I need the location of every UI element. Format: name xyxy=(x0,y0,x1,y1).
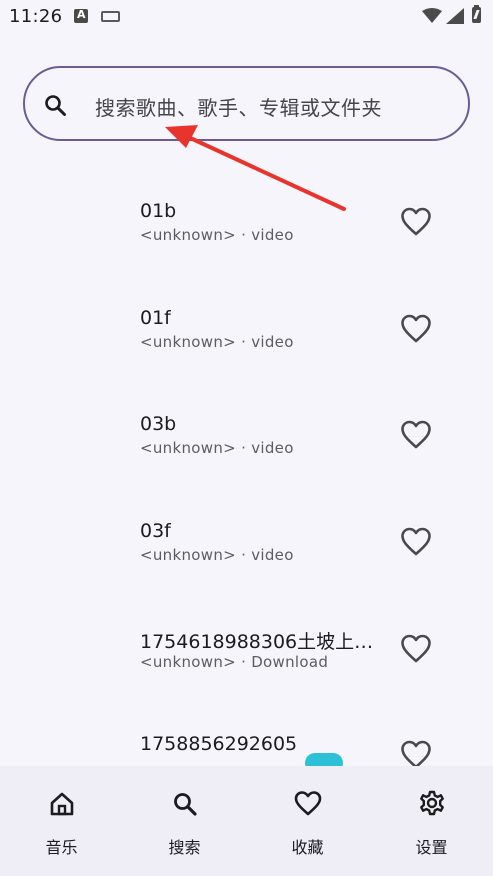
song-list-item[interactable]: 03b <unknown> · video xyxy=(0,373,493,479)
status-time: 11:26 xyxy=(9,6,63,27)
heart-icon xyxy=(401,420,431,449)
song-title: 01f xyxy=(140,307,171,329)
gear-icon xyxy=(420,790,444,816)
search-input[interactable]: 搜索歌曲、歌手、专辑或文件夹 xyxy=(23,66,470,141)
search-icon xyxy=(45,95,66,116)
song-list-item[interactable]: 01b <unknown> · video xyxy=(0,160,493,266)
status-bar: 11:26 A xyxy=(0,0,493,36)
bottom-navigation: 音乐 搜索 收藏 设置 xyxy=(0,766,493,876)
song-list-item[interactable]: 1758856292605 xyxy=(0,693,493,766)
heart-icon xyxy=(401,740,431,766)
song-title: 1758856292605 xyxy=(140,733,298,755)
song-title: 1754618988306土坡上… xyxy=(140,631,374,653)
song-list-item[interactable]: 01f <unknown> · video xyxy=(0,267,493,373)
nav-label-music: 音乐 xyxy=(45,838,78,857)
heart-icon xyxy=(294,791,322,816)
song-subtitle: <unknown> · video xyxy=(140,546,294,564)
song-subtitle: <unknown> · video xyxy=(140,333,294,351)
song-title: 03f xyxy=(140,520,171,542)
favorite-button[interactable] xyxy=(399,632,433,666)
home-icon xyxy=(50,792,74,816)
favorite-button[interactable] xyxy=(399,418,433,452)
heart-icon xyxy=(401,314,431,343)
heart-icon xyxy=(401,207,431,236)
search-placeholder: 搜索歌曲、歌手、专辑或文件夹 xyxy=(95,96,382,120)
heart-icon xyxy=(401,634,431,663)
nav-item-music[interactable]: 音乐 xyxy=(0,766,123,876)
favorite-button[interactable] xyxy=(399,525,433,559)
song-title: 01b xyxy=(140,200,177,222)
nav-item-settings[interactable]: 设置 xyxy=(370,766,493,876)
search-icon xyxy=(174,793,197,816)
song-list-item[interactable]: 03f <unknown> · video xyxy=(0,480,493,586)
nav-label-settings: 设置 xyxy=(415,838,448,857)
song-subtitle: <unknown> · video xyxy=(140,226,294,244)
signal-icon xyxy=(446,8,464,24)
favorite-button[interactable] xyxy=(399,205,433,239)
song-subtitle: <unknown> · Download xyxy=(140,653,329,671)
battery-icon xyxy=(472,5,481,23)
accessibility-icon: A xyxy=(74,8,88,23)
nav-item-search[interactable]: 搜索 xyxy=(123,766,246,876)
keyboard-icon xyxy=(101,11,120,22)
song-badge xyxy=(305,753,343,766)
favorite-button[interactable] xyxy=(399,312,433,346)
nav-label-search: 搜索 xyxy=(168,838,201,857)
song-list-item[interactable]: 1754618988306土坡上… <unknown> · Download xyxy=(0,587,493,693)
heart-icon xyxy=(401,527,431,556)
search-screen: 11:26 A 搜索歌曲、歌手、专辑或文件夹 01b <unknown> · vi… xyxy=(0,0,493,876)
song-list[interactable]: 01b <unknown> · video 01f <unknown> · video… xyxy=(0,160,493,766)
nav-label-favorites: 收藏 xyxy=(291,838,324,857)
song-title: 03b xyxy=(140,413,177,435)
wifi-icon xyxy=(422,8,442,23)
song-subtitle: <unknown> · video xyxy=(140,439,294,457)
favorite-button[interactable] xyxy=(399,738,433,766)
nav-item-favorites[interactable]: 收藏 xyxy=(246,766,369,876)
